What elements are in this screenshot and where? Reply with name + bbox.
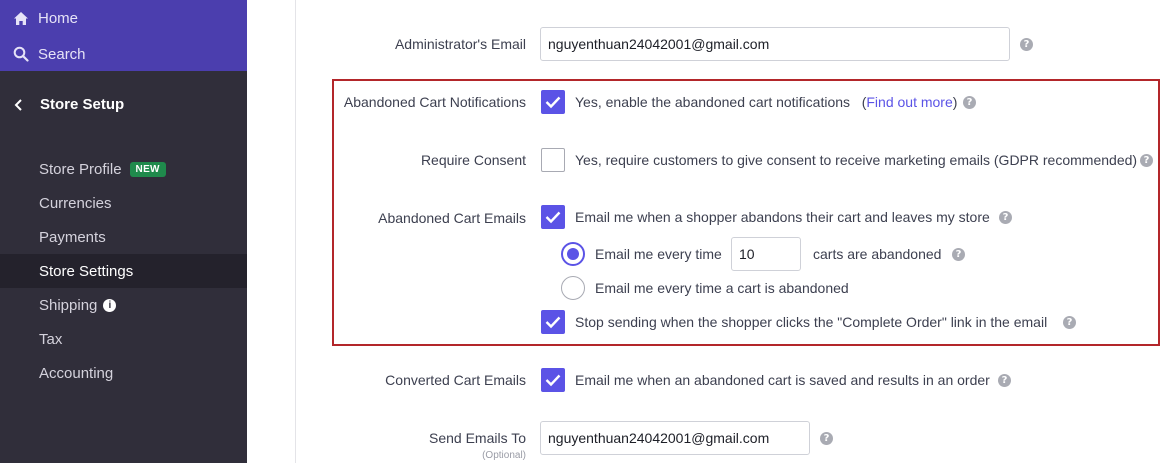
admin-email-input[interactable] [540,27,1010,61]
sidebar-item-label: Tax [39,330,63,348]
radio-each-text: Email me every time a cart is abandoned [595,280,849,296]
help-icon[interactable]: ? [952,248,965,261]
sidebar: Home Search Store Setup Store Profile NE… [0,0,247,463]
content-divider [295,0,296,463]
abandoned-emails-label: Abandoned Cart Emails [378,210,526,226]
abandoned-notifications-text: Yes, enable the abandoned cart notificat… [575,94,957,110]
converted-emails-label: Converted Cart Emails [385,372,526,388]
new-badge: NEW [129,161,166,177]
require-consent-label: Require Consent [420,152,526,168]
paren-close: ) [952,94,958,110]
sidebar-item-label: Payments [39,228,106,246]
radio-each-cart[interactable] [561,276,585,300]
home-icon [12,9,30,27]
find-out-more-link[interactable]: Find out more [866,94,952,110]
sidebar-item-tax[interactable]: Tax [0,322,247,356]
sidebar-top: Home Search [0,0,247,71]
chevron-left-icon [14,98,26,111]
checkmark-icon [545,374,561,387]
sidebar-item-label: Shipping [39,296,98,314]
search-link[interactable]: Search [12,42,86,66]
abandoned-emails-checkbox[interactable] [541,205,565,229]
require-consent-checkbox[interactable] [541,148,565,172]
help-icon[interactable]: ? [1063,316,1076,329]
help-icon[interactable]: ? [998,374,1011,387]
section-title: Store Setup [40,95,125,113]
help-icon[interactable]: ? [963,96,976,109]
home-label: Home [38,9,79,27]
home-link[interactable]: Home [12,6,78,30]
radio-every-n-carts[interactable] [561,242,585,266]
abandoned-notifications-checkbox[interactable] [541,90,565,114]
checkmark-icon [545,96,561,109]
help-icon[interactable]: ? [1020,38,1033,51]
checkmark-icon [545,316,561,329]
sidebar-item-label: Store Profile [39,160,122,178]
radio-every-suffix: carts are abandoned [813,246,942,262]
abandoned-notifications-description: Yes, enable the abandoned cart notificat… [575,94,851,110]
send-emails-to-input[interactable] [540,421,810,455]
send-emails-to-label: Send Emails To [428,430,526,446]
cart-count-input[interactable] [731,237,801,271]
send-emails-to-optional: (Optional) [482,450,526,461]
help-icon[interactable]: ? [820,432,833,445]
sidebar-item-shipping[interactable]: Shipping i [0,288,247,322]
sidebar-item-label: Accounting [39,364,114,382]
admin-email-label: Administrator's Email [394,36,526,52]
info-icon: i [103,298,117,312]
sidebar-item-accounting[interactable]: Accounting [0,356,247,390]
search-icon [12,45,30,63]
stop-sending-text: Stop sending when the shopper clicks the… [575,314,1048,330]
stop-sending-checkbox[interactable] [541,310,565,334]
help-icon[interactable]: ? [999,211,1012,224]
sidebar-item-currencies[interactable]: Currencies [0,186,247,220]
store-setup-back[interactable]: Store Setup [14,92,124,116]
abandoned-notifications-label: Abandoned Cart Notifications [343,94,526,110]
sidebar-item-store-profile[interactable]: Store Profile NEW [0,152,247,186]
checkmark-icon [545,211,561,224]
require-consent-text: Yes, require customers to give consent t… [575,152,1138,168]
sidebar-item-store-settings[interactable]: Store Settings [0,254,247,288]
sidebar-item-label: Store Settings [39,262,134,280]
search-label: Search [38,45,86,63]
radio-every-prefix: Email me every time [595,246,722,262]
abandoned-emails-text: Email me when a shopper abandons their c… [575,209,990,225]
converted-emails-checkbox[interactable] [541,368,565,392]
help-icon[interactable]: ? [1140,154,1153,167]
sidebar-item-payments[interactable]: Payments [0,220,247,254]
sidebar-item-label: Currencies [39,194,112,212]
converted-emails-text: Email me when an abandoned cart is saved… [575,372,990,388]
